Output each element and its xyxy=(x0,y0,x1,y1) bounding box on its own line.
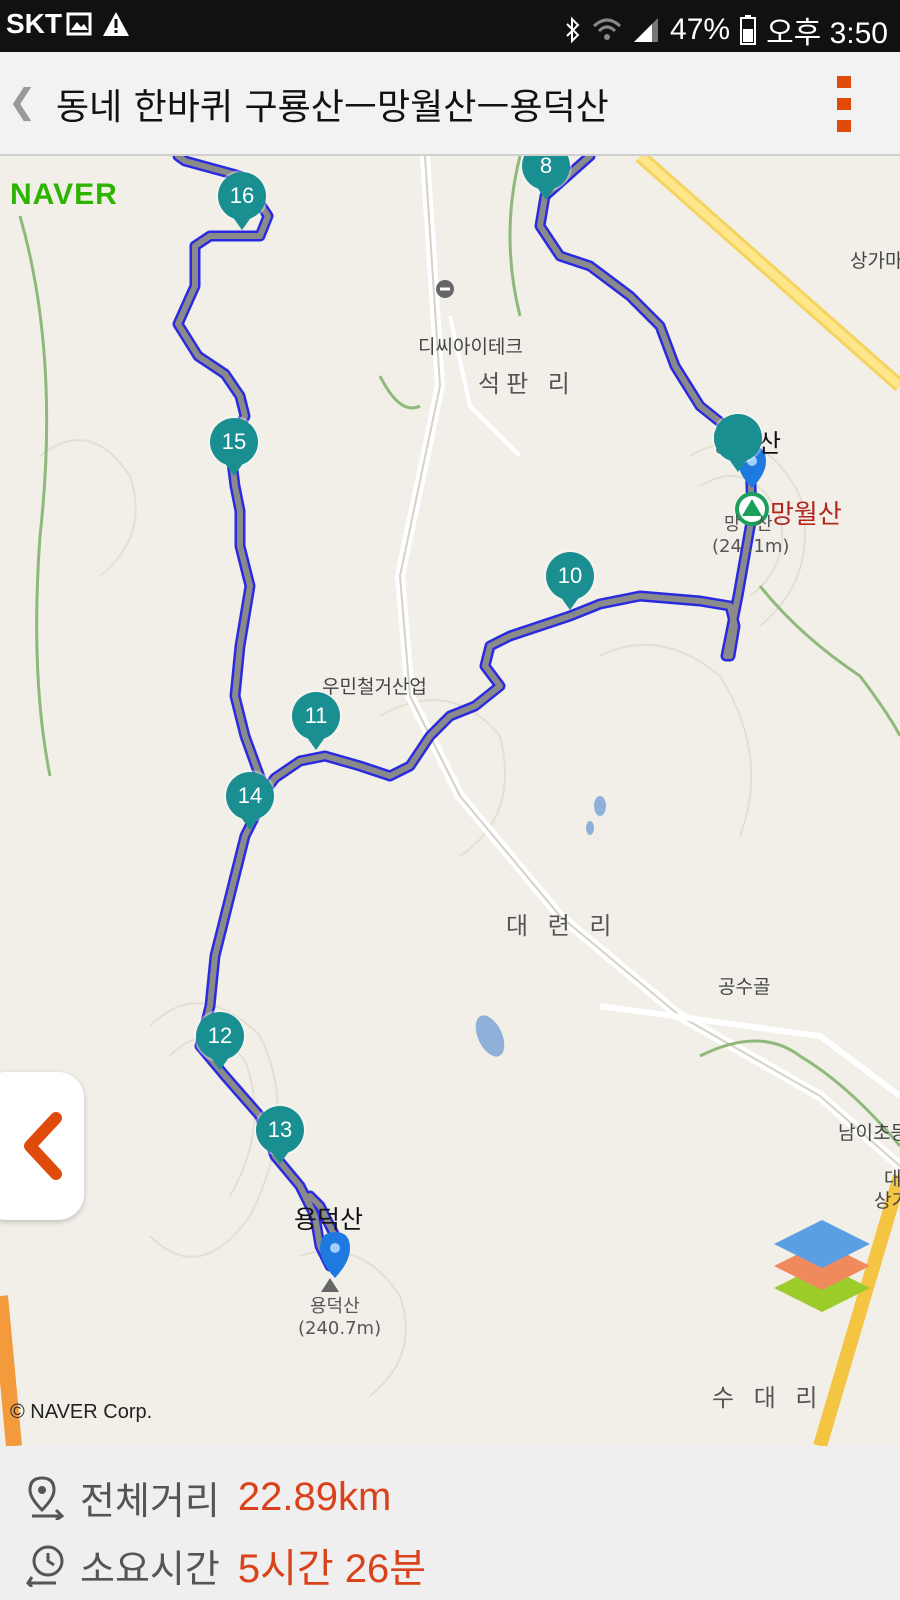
peak-sub-mangwol-2: 산 xyxy=(756,514,773,535)
peak-elevation-yongdeok: (240.7m) xyxy=(298,1318,382,1339)
warning-icon xyxy=(103,12,129,36)
waypoint-12[interactable]: 12 xyxy=(196,1012,244,1072)
peak-sub-yongdeok: 용덕산 xyxy=(310,1296,360,1317)
gallery-icon xyxy=(66,12,92,36)
page-title: 동네 한바퀴 구룡산ㅡ망월산ㅡ용덕산 xyxy=(56,87,609,128)
peak-name-yongdeok: 용덕산 xyxy=(294,1205,364,1234)
duration-value: 5시간 26분 xyxy=(237,1547,427,1591)
battery-icon xyxy=(740,15,757,45)
back-chevron-icon[interactable]: ❮ xyxy=(8,82,37,122)
status-right: 47% 오후 3:50 xyxy=(564,8,888,52)
waypoint-10[interactable]: 10 xyxy=(546,552,594,612)
map-view[interactable]: NAVER 디씨아이테크 석판 리 우민철거산업 대 련 리 공수골 상가마 남… xyxy=(0,156,900,1446)
more-vertical-icon[interactable] xyxy=(832,76,858,134)
side-panel-toggle-button[interactable] xyxy=(0,1072,84,1220)
clock: 오후 3:50 xyxy=(766,17,888,50)
route-summary: 전체거리 22.89km 소요시간 5시간 26분 xyxy=(0,1446,900,1600)
waypoint-9[interactable] xyxy=(714,414,762,474)
place-label: 석판 리 xyxy=(478,370,576,398)
duration-row: 소요시간 5시간 26분 xyxy=(26,1536,426,1594)
layers-stack-art xyxy=(774,1220,870,1312)
place-label: 남이초등 xyxy=(838,1122,900,1144)
carrier-label: SKT xyxy=(6,8,62,39)
signal-icon xyxy=(634,18,659,42)
bluetooth-icon xyxy=(566,16,580,44)
distance-label: 전체거리 xyxy=(80,1479,220,1523)
layers-button[interactable] xyxy=(756,1302,880,1426)
waypoint-13[interactable]: 13 xyxy=(256,1106,304,1166)
clock-route-icon xyxy=(26,1545,64,1587)
title-bar: ❮ 동네 한바퀴 구룡산ㅡ망월산ㅡ용덕산 xyxy=(0,52,900,156)
waypoint-11[interactable]: 11 xyxy=(292,692,340,752)
waypoint-15[interactable]: 15 xyxy=(210,418,258,478)
peak-elevation-mangwol: (24 .1m) xyxy=(712,536,790,557)
place-label: 상기 xyxy=(874,1190,900,1212)
peak-title-mangwol: 망월산 xyxy=(770,500,842,530)
place-label: 상가마 xyxy=(850,250,900,272)
duration-label: 소요시간 xyxy=(80,1546,220,1591)
distance-row: 전체거리 22.89km xyxy=(26,1470,391,1525)
chevron-left-icon xyxy=(24,1112,62,1180)
place-label: 공수골 xyxy=(718,976,771,998)
layers-icon xyxy=(756,1302,880,1426)
distance-value: 22.89km xyxy=(237,1475,392,1519)
place-label: 디씨아이테크 xyxy=(418,336,523,358)
waypoint-14[interactable]: 14 xyxy=(226,772,274,832)
map-copyright: © NAVER Corp. xyxy=(10,1401,153,1423)
wifi-icon xyxy=(592,18,622,40)
status-bar: SKT 47% 오후 3:50 xyxy=(0,0,900,52)
naver-logo: NAVER xyxy=(10,178,118,211)
waypoint-16[interactable]: 16 xyxy=(218,172,266,232)
battery-percent: 47% xyxy=(670,13,731,46)
place-label: 대 련 리 xyxy=(506,912,618,940)
waypoint-8[interactable]: 8 xyxy=(522,156,570,202)
route-distance-icon xyxy=(28,1475,65,1520)
peak-sub-mangwol: 망 xyxy=(724,514,741,535)
